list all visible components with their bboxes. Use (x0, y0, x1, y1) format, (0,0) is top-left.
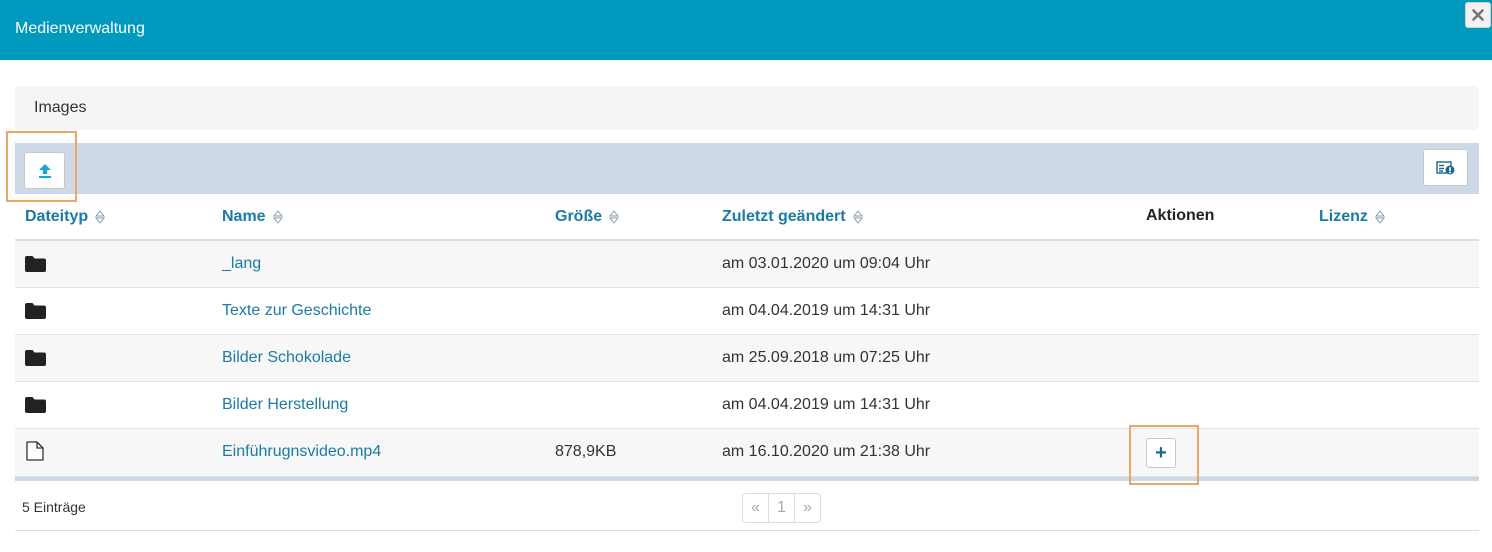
column-header-label: Lizenz (1319, 208, 1368, 225)
breadcrumb-current: Images (34, 99, 87, 116)
table-header: Dateityp Name Größe Zuletzt geändert Akt… (15, 194, 1479, 241)
entry-count: 5 Einträge (22, 499, 86, 515)
table-row: Texte zur Geschichte am 04.04.2019 um 14… (15, 288, 1479, 335)
close-icon (1472, 9, 1484, 21)
column-header-label: Aktionen (1146, 207, 1215, 224)
modified-date: am 25.09.2018 um 07:25 Uhr (722, 349, 931, 366)
table-bottom-bar (15, 477, 1479, 481)
dialog-title: Medienverwaltung (15, 20, 145, 37)
modified-date: am 03.01.2020 um 09:04 Uhr (722, 255, 931, 272)
close-button[interactable] (1465, 2, 1491, 28)
sort-icon (272, 210, 283, 224)
table-row: Einführugnsvideo.mp4 878,9KB am 16.10.20… (15, 429, 1479, 477)
column-header-name[interactable]: Name (222, 208, 283, 226)
column-header-type[interactable]: Dateityp (25, 208, 106, 226)
column-header-actions: Aktionen (1146, 207, 1214, 225)
file-icon (26, 441, 44, 461)
pagination-next-button[interactable]: » (794, 493, 821, 523)
column-header-label: Zuletzt geändert (722, 208, 846, 225)
file-size: 878,9KB (555, 443, 617, 460)
license-info-button[interactable] (1423, 149, 1468, 186)
column-header-license[interactable]: Lizenz (1319, 208, 1385, 226)
upload-icon (38, 163, 51, 178)
sort-icon (609, 210, 620, 224)
footer-divider (15, 530, 1479, 531)
pagination: « 1 » (742, 493, 821, 523)
column-header-size[interactable]: Größe (555, 208, 620, 226)
license-list-icon (1435, 160, 1454, 174)
dialog-titlebar: Medienverwaltung (0, 0, 1492, 60)
file-name-link[interactable]: Bilder Schokolade (222, 349, 351, 367)
sort-icon (1374, 210, 1385, 224)
column-header-modified[interactable]: Zuletzt geändert (722, 208, 863, 226)
file-name-link[interactable]: Bilder Herstellung (222, 396, 348, 414)
column-header-label: Dateityp (25, 208, 89, 225)
file-toolbar (15, 143, 1479, 194)
modified-date: am 04.04.2019 um 14:31 Uhr (722, 302, 931, 319)
table-row: _lang am 03.01.2020 um 09:04 Uhr (15, 241, 1479, 288)
pagination-prev-button[interactable]: « (742, 493, 769, 523)
add-to-content-button[interactable]: + (1146, 438, 1176, 468)
folder-icon (25, 303, 46, 319)
column-header-label: Größe (555, 208, 603, 225)
column-header-label: Name (222, 208, 266, 225)
sort-icon (852, 210, 863, 224)
folder-icon (25, 256, 46, 272)
modified-date: am 16.10.2020 um 21:38 Uhr (722, 443, 931, 460)
upload-button[interactable] (24, 152, 65, 189)
sort-icon (95, 210, 106, 224)
breadcrumb: Images (15, 86, 1479, 130)
table-row: Bilder Herstellung am 04.04.2019 um 14:3… (15, 382, 1479, 429)
modified-date: am 04.04.2019 um 14:31 Uhr (722, 396, 931, 413)
folder-icon (25, 397, 46, 413)
folder-icon (25, 350, 46, 366)
file-name-link[interactable]: Einführugnsvideo.mp4 (222, 443, 381, 461)
file-name-link[interactable]: _lang (222, 255, 261, 273)
table-row: Bilder Schokolade am 25.09.2018 um 07:25… (15, 335, 1479, 382)
file-name-link[interactable]: Texte zur Geschichte (222, 302, 371, 320)
pagination-page-1[interactable]: 1 (768, 493, 795, 523)
